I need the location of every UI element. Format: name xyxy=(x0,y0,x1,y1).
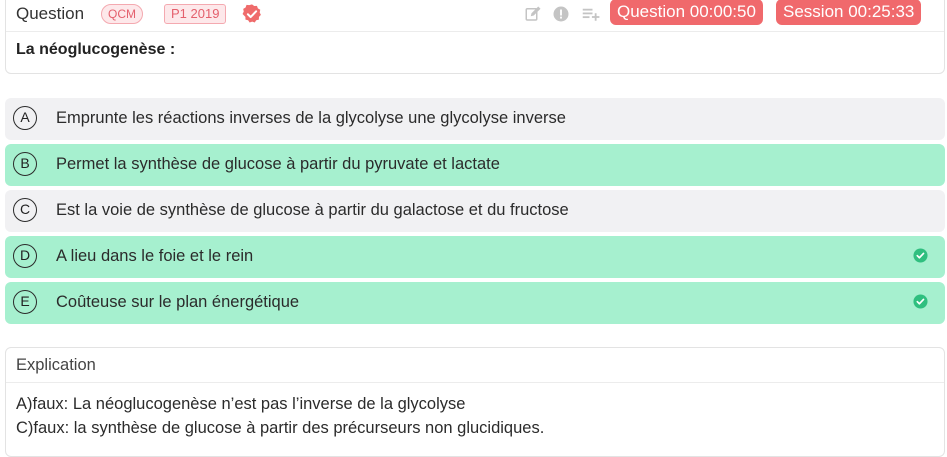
option-c[interactable]: C Est la voie de synthèse de glucose à p… xyxy=(5,190,945,232)
question-title: Question xyxy=(16,4,85,23)
explanation-title: Explication xyxy=(16,356,96,374)
session-timer: Session 00:25:33 xyxy=(776,0,922,25)
edit-icon[interactable] xyxy=(524,5,542,23)
year-badge: P1 2019 xyxy=(164,4,227,24)
playlist-add-icon[interactable] xyxy=(580,5,602,23)
option-text: A lieu dans le foie et le rein xyxy=(56,247,254,265)
option-letter: B xyxy=(13,152,37,176)
option-letter: A xyxy=(13,106,37,130)
option-a[interactable]: A Emprunte les réactions inverses de la … xyxy=(5,98,945,140)
question-timer: Question 00:00:50 xyxy=(610,0,763,25)
option-letter: E xyxy=(13,290,37,314)
check-circle-icon xyxy=(913,294,928,309)
question-header: Question QCM P1 2019 Question 00:00:50 S… xyxy=(6,0,944,32)
option-text: Permet la synthèse de glucose à partir d… xyxy=(56,155,500,173)
option-letter: D xyxy=(13,244,37,268)
option-text: Emprunte les réactions inverses de la gl… xyxy=(56,109,566,127)
option-text: Coûteuse sur le plan énergétique xyxy=(56,293,300,311)
type-badge: QCM xyxy=(101,4,143,24)
check-circle-icon xyxy=(913,248,928,263)
option-text: Est la voie de synthèse de glucose à par… xyxy=(56,201,569,219)
verified-badge-icon xyxy=(242,4,261,23)
question-card: Question QCM P1 2019 Question 00:00:50 S… xyxy=(5,0,945,74)
explanation-header: Explication xyxy=(6,348,944,383)
explanation-line: A)faux: La néoglucogenèse n’est pas l’in… xyxy=(16,395,466,413)
option-e[interactable]: E Coûteuse sur le plan énergétique xyxy=(5,282,945,324)
explanation-body: A)faux: La néoglucogenèse n’est pas l’in… xyxy=(16,392,544,440)
question-text: La néoglucogenèse : xyxy=(16,41,176,58)
explanation-line: C)faux: la synthèse de glucose à partir … xyxy=(16,419,545,437)
option-letter: C xyxy=(13,198,37,222)
option-b[interactable]: B Permet la synthèse de glucose à partir… xyxy=(5,144,945,186)
option-d[interactable]: D A lieu dans le foie et le rein xyxy=(5,236,945,278)
alert-circle-icon[interactable] xyxy=(552,5,570,23)
